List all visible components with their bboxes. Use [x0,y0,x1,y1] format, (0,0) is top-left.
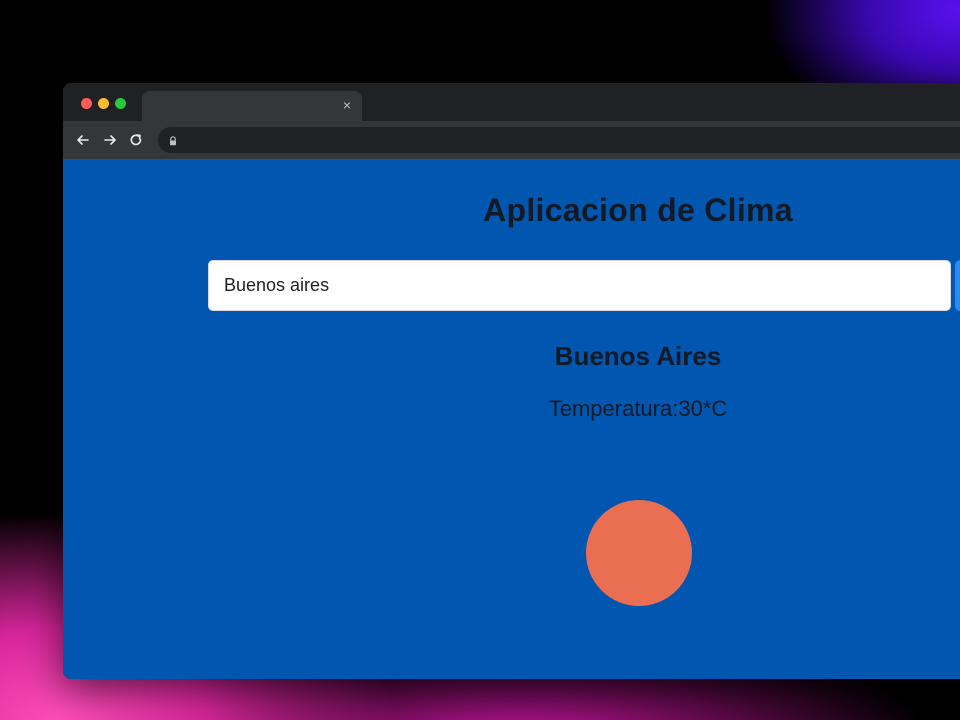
arrow-left-icon[interactable] [73,130,93,150]
maximize-window-button[interactable] [115,98,126,109]
temperature-text: Temperatura:30*C [548,396,728,421]
page-title: Aplicacion de Clima [483,192,793,228]
lock-icon [167,134,179,146]
browser-window: × Aplicacion de Clima Buenos aires Bueno… [63,83,960,679]
reload-icon[interactable] [126,130,146,150]
browser-tab[interactable]: × [142,91,362,121]
weather-app-page: Aplicacion de Clima Buenos Aires Tempera… [63,160,960,679]
browser-toolbar [63,121,960,160]
city-search-input[interactable] [208,260,951,311]
close-window-button[interactable] [81,98,92,109]
city-name: Buenos Aires [554,341,722,371]
arrow-right-icon[interactable] [100,130,120,150]
minimize-window-button[interactable] [98,98,109,109]
tab-close-icon[interactable]: × [340,98,354,112]
sun-icon [586,500,692,606]
search-button[interactable] [955,260,960,311]
browser-titlebar: × [63,83,960,121]
address-bar[interactable] [158,127,960,153]
